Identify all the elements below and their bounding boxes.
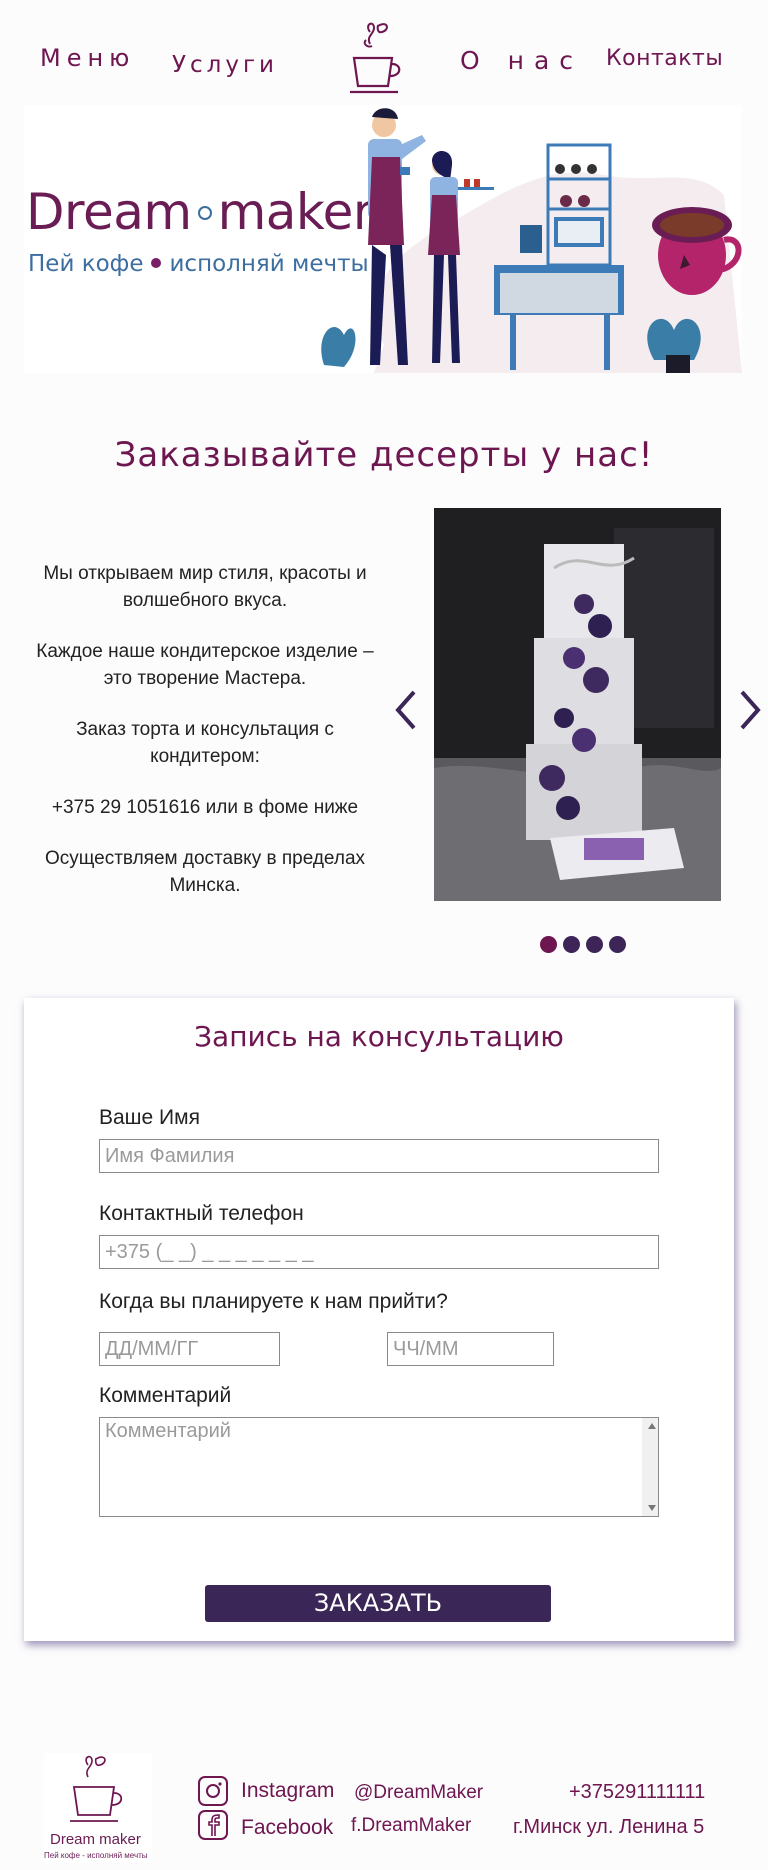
footer-tagline: Пей кофе - исполняй мечты (44, 1851, 148, 1860)
desserts-description: Мы открываем мир стиля, красоты и волшеб… (20, 560, 390, 923)
name-input[interactable] (99, 1139, 659, 1173)
instagram-icon[interactable] (198, 1776, 228, 1806)
form-title: Запись на консультацию (194, 1020, 564, 1053)
desc-paragraph: Каждое наше кондитерское изделие – это т… (36, 641, 374, 689)
desc-paragraph: Мы открываем мир стиля, красоты и волшеб… (43, 563, 367, 611)
desc-paragraph: Заказ торта и консультация с кондитером: (76, 719, 334, 767)
textarea-scrollbar[interactable] (642, 1418, 658, 1516)
comment-textarea[interactable] (99, 1417, 659, 1517)
facebook-link[interactable]: Facebook (241, 1816, 333, 1840)
carousel-next-arrow-icon[interactable] (738, 688, 762, 732)
baristas-illustration (314, 105, 742, 373)
carousel-dot[interactable] (540, 936, 557, 953)
nav-about-link[interactable]: О нас (460, 46, 583, 75)
carousel-dot[interactable] (609, 936, 626, 953)
carousel-dot[interactable] (563, 936, 580, 953)
date-input[interactable] (99, 1332, 280, 1366)
nav-services-link[interactable]: Услуги (172, 52, 278, 78)
consultation-form: Запись на консультацию Ваше Имя Контактн… (24, 998, 734, 1641)
phone-label: Контактный телефон (99, 1202, 304, 1225)
hero-banner: Dream maker Пей кофе исполняй мечты (24, 105, 742, 373)
carousel-dots (540, 936, 626, 953)
scroll-down-icon[interactable] (648, 1505, 656, 1511)
time-input[interactable] (387, 1332, 554, 1366)
carousel-dot[interactable] (586, 936, 603, 953)
desc-phone: +375 29 1051616 или в фоме ниже (51, 797, 359, 818)
desc-paragraph: Осуществляем доставку в пределах Минска. (44, 848, 366, 896)
carousel-prev-arrow-icon[interactable] (394, 688, 418, 732)
name-label: Ваше Имя (99, 1106, 200, 1129)
footer-phone[interactable]: +375291111111 (569, 1781, 705, 1804)
footer-address: г.Минск ул. Ленина 5 (513, 1816, 705, 1838)
cake-photo (434, 508, 721, 901)
submit-order-button[interactable]: ЗАКАЗАТЬ (205, 1585, 551, 1622)
facebook-icon[interactable] (198, 1810, 228, 1840)
footer-brand: Dream maker (50, 1831, 141, 1848)
instagram-handle[interactable]: @DreamMaker (354, 1782, 483, 1804)
facebook-handle[interactable]: f.DreamMaker (351, 1815, 471, 1837)
instagram-link[interactable]: Instagram (241, 1779, 334, 1803)
nav-menu-link[interactable]: Меню (40, 44, 135, 72)
scroll-up-icon[interactable] (648, 1423, 656, 1429)
visit-label: Когда вы планируете к нам прийти? (99, 1290, 448, 1313)
nav-contacts-link[interactable]: Контакты (606, 46, 723, 71)
phone-input[interactable] (99, 1235, 659, 1269)
comment-field-wrapper (99, 1417, 659, 1517)
desserts-title: Заказывайте десерты у нас! (114, 435, 654, 475)
comment-label: Комментарий (99, 1384, 232, 1407)
coffee-logo-icon[interactable] (348, 20, 404, 98)
